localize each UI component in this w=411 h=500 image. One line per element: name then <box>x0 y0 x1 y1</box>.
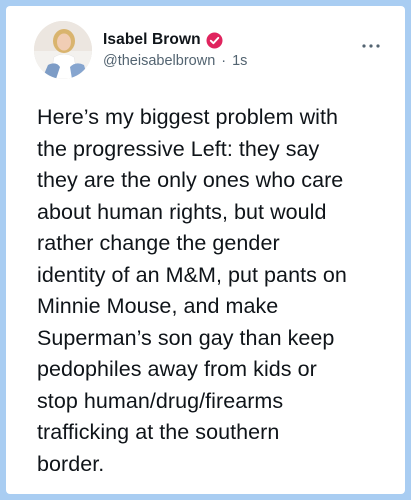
tweet-text: Here’s my biggest problem with the progr… <box>37 105 347 476</box>
tweet-header: Isabel Brown @theisabelbrown · 1s <box>34 21 247 79</box>
more-options-icon[interactable] <box>361 36 381 48</box>
author-info: Isabel Brown @theisabelbrown · 1s <box>103 29 247 69</box>
name-row: Isabel Brown <box>103 29 247 51</box>
avatar-image <box>34 21 92 79</box>
tweet-card: Isabel Brown @theisabelbrown · 1s Here’s… <box>6 6 405 494</box>
screenshot-frame: Isabel Brown @theisabelbrown · 1s Here’s… <box>0 0 411 500</box>
meta-row: @theisabelbrown · 1s <box>103 53 247 69</box>
author-name[interactable]: Isabel Brown <box>103 31 201 49</box>
timestamp[interactable]: 1s <box>232 53 247 69</box>
separator-dot: · <box>221 53 227 69</box>
avatar[interactable] <box>34 21 92 79</box>
verified-badge-icon <box>206 32 223 49</box>
author-handle[interactable]: @theisabelbrown <box>103 53 215 69</box>
